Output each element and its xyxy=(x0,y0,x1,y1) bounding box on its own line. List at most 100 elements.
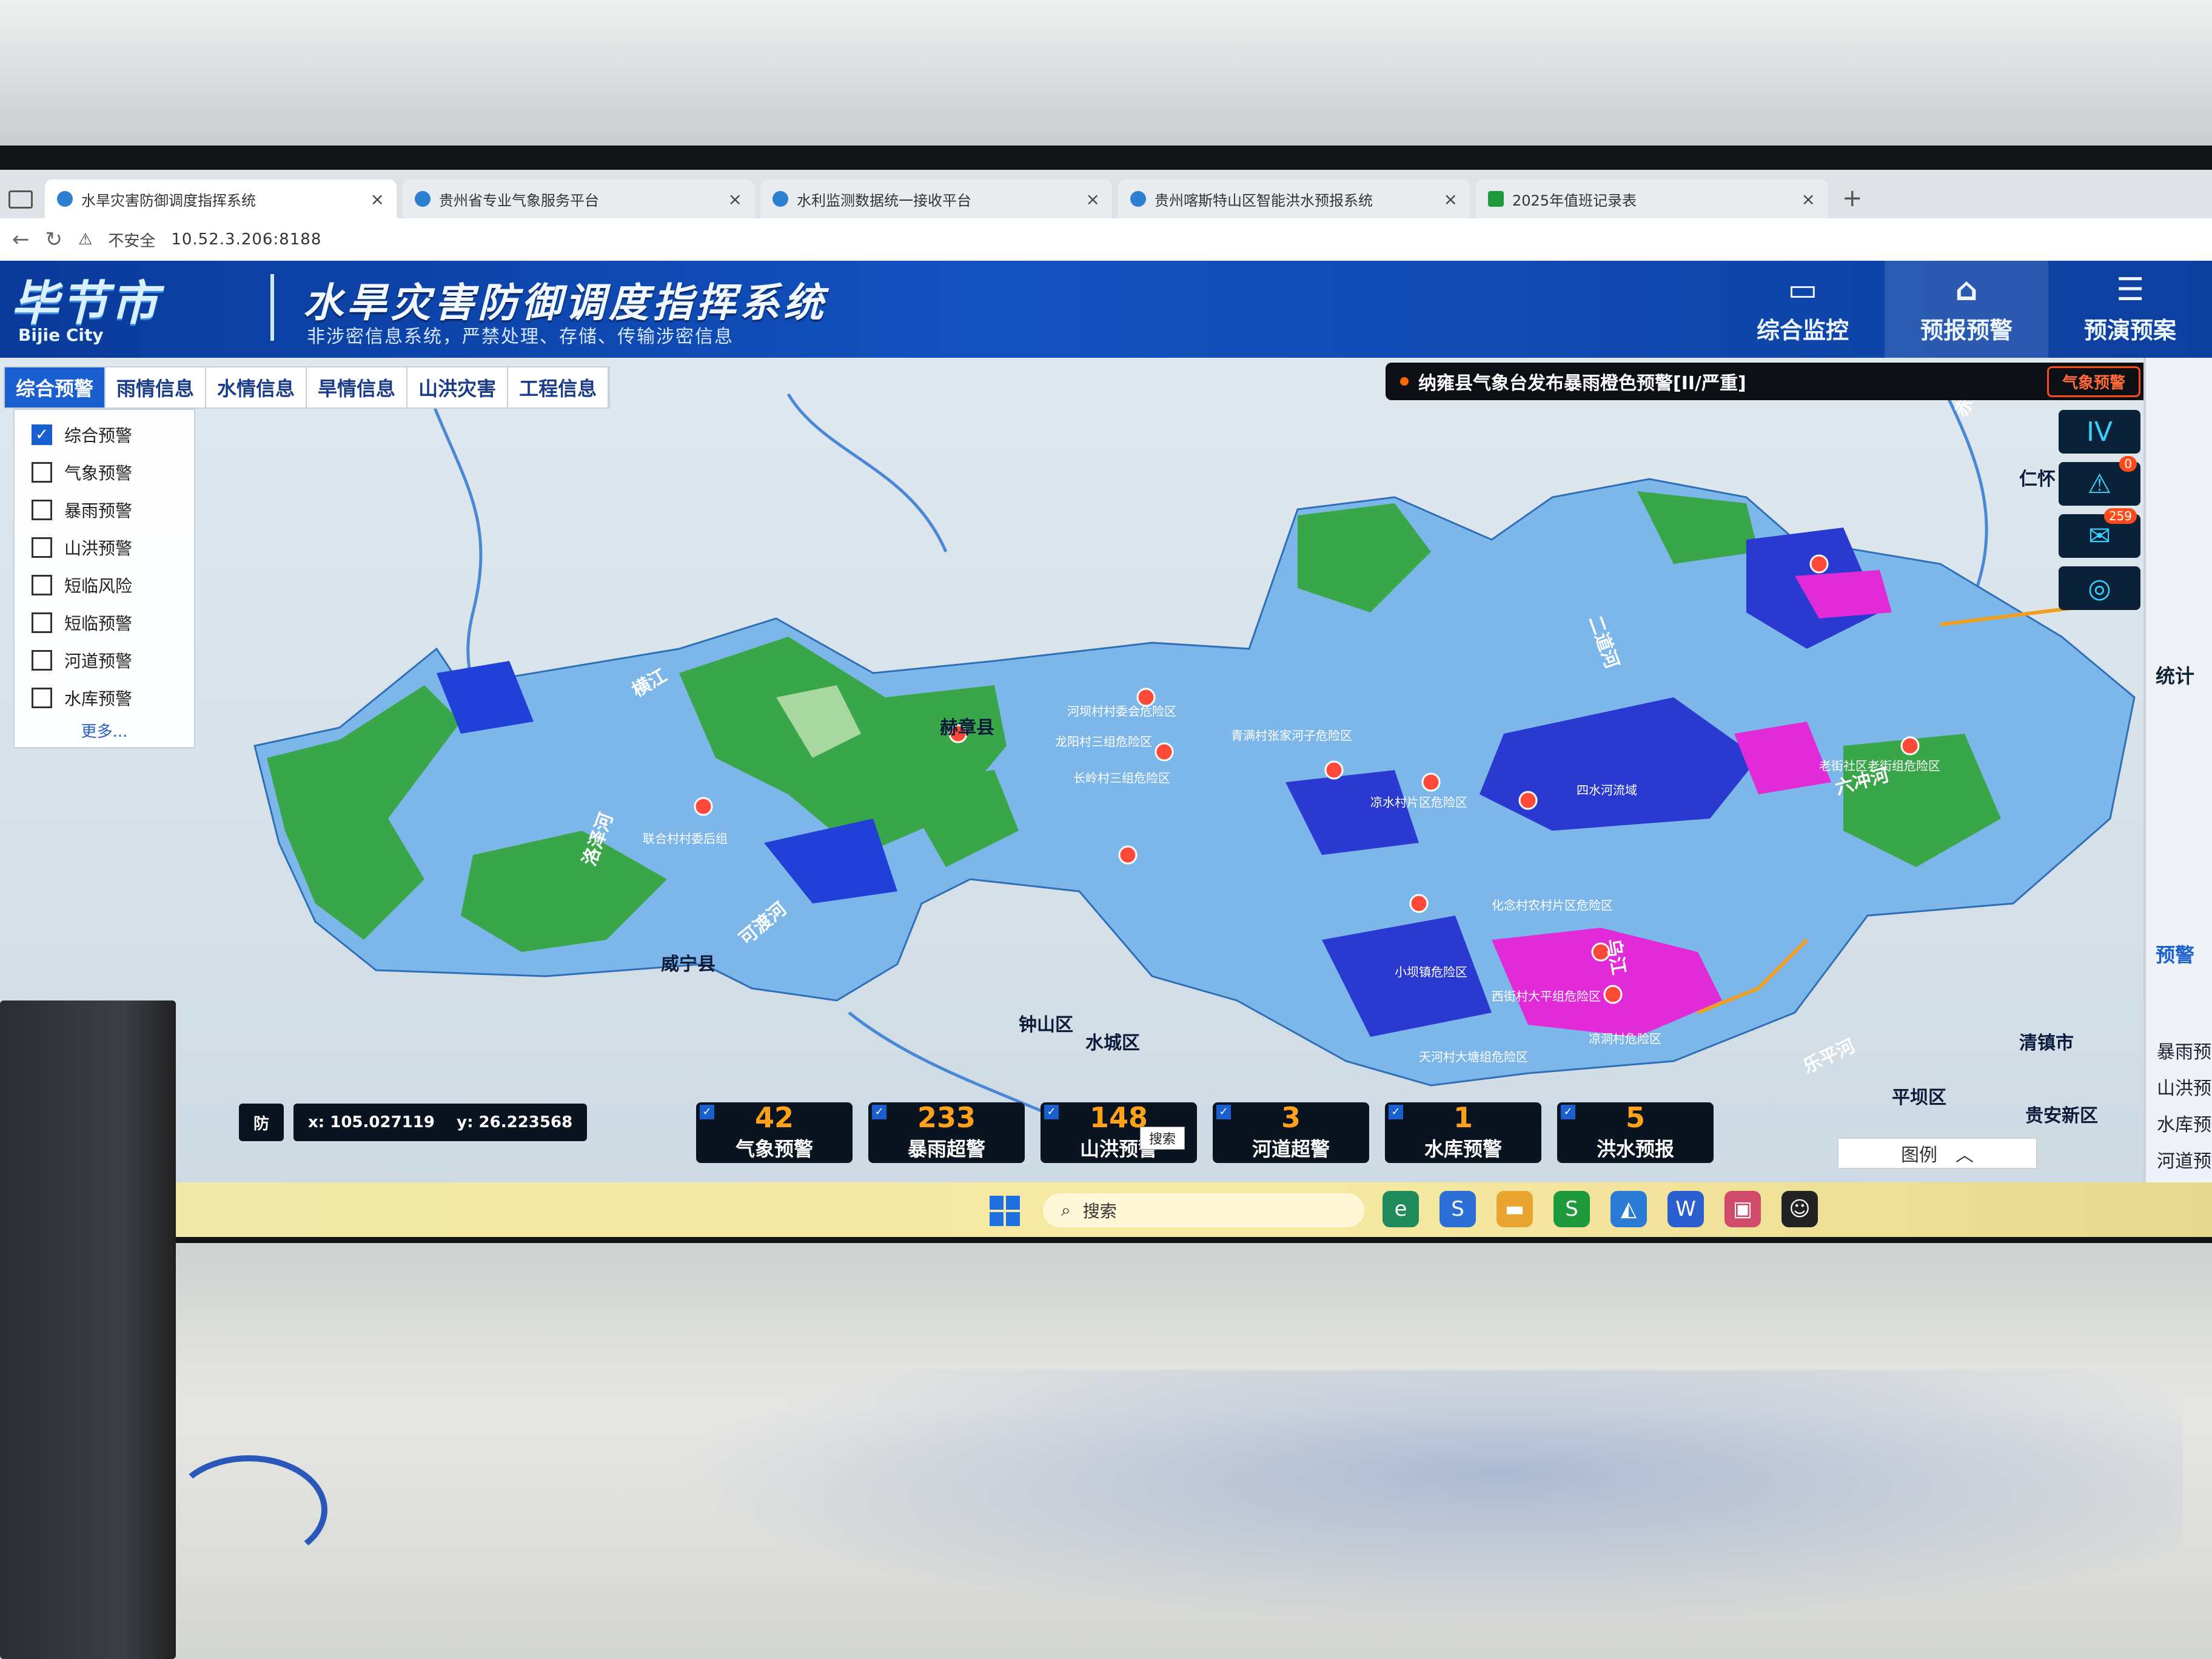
checkbox[interactable] xyxy=(32,612,52,633)
url-field[interactable]: 10.52.3.206:8188 xyxy=(171,230,321,249)
filter-item[interactable]: 山洪预警 xyxy=(15,529,194,566)
tab-rain[interactable]: 雨情信息 xyxy=(106,367,207,407)
windows-taskbar: ⌕ 搜索 e S ▬ S ◭ W ▣ ☺ xyxy=(0,1182,2212,1237)
panel-link[interactable]: 山洪预 xyxy=(2157,1073,2211,1100)
warning-marker[interactable] xyxy=(1155,742,1174,762)
reload-icon[interactable]: ↻ xyxy=(45,227,63,252)
stat-value: 233 xyxy=(917,1101,976,1134)
close-icon[interactable]: × xyxy=(1801,189,1815,209)
filter-label: 水库预警 xyxy=(64,689,133,709)
folder-icon[interactable]: ▬ xyxy=(1496,1191,1533,1227)
nav-label: 综合监控 xyxy=(1756,317,1849,344)
warning-marker[interactable] xyxy=(1518,791,1538,810)
qq-app-icon[interactable]: ☺ xyxy=(1781,1191,1818,1227)
spreadsheet-app-icon[interactable]: S xyxy=(1553,1191,1590,1227)
window-menu-icon[interactable] xyxy=(8,190,33,209)
word-app-icon[interactable]: W xyxy=(1667,1191,1704,1227)
new-tab-button[interactable]: + xyxy=(1842,184,1863,212)
panel-link[interactable]: 暴雨预 xyxy=(2157,1037,2211,1064)
alert-banner[interactable]: 纳雍县气象台发布暴雨橙色预警[II/严重] 气象预警 xyxy=(1386,363,2153,400)
stat-weather-warning[interactable]: ✓ 42 气象预警 xyxy=(696,1102,853,1163)
filter-item[interactable]: 短临预警 xyxy=(15,604,194,642)
browser-tab-5[interactable]: 2025年值班记录表 × xyxy=(1476,179,1828,218)
browser-tab-4[interactable]: 贵州喀斯特山区智能洪水预报系统 × xyxy=(1118,179,1470,218)
filter-item[interactable]: 短临风险 xyxy=(15,566,194,604)
more-filters-link[interactable]: 更多... xyxy=(15,717,194,742)
defense-button[interactable]: 防 xyxy=(239,1104,284,1141)
tab-flash-flood[interactable]: 山洪灾害 xyxy=(407,367,509,407)
zone-label: 西街村大平组危险区 xyxy=(1492,989,1601,1004)
close-icon[interactable]: × xyxy=(1444,189,1458,209)
radar-button[interactable]: ◎ xyxy=(2059,566,2140,610)
photos-icon[interactable]: ◭ xyxy=(1610,1191,1647,1227)
browser-tab-1[interactable]: 水旱灾害防御调度指挥系统 × xyxy=(45,179,397,218)
message-icon: ✉ xyxy=(2088,520,2111,552)
close-icon[interactable]: × xyxy=(728,189,742,209)
panel-link[interactable]: 水库预 xyxy=(2157,1110,2211,1136)
tab-water[interactable]: 水情信息 xyxy=(206,367,307,407)
filter-item[interactable]: 水库预警 xyxy=(15,679,194,717)
browser-tab-2[interactable]: 贵州省专业气象服务平台 × xyxy=(403,179,754,218)
nav-forecast-warning[interactable]: ⌂ 预报预警 xyxy=(1885,261,2048,358)
warning-marker[interactable] xyxy=(1136,688,1156,707)
globe-icon xyxy=(773,191,788,207)
stat-flood-forecast[interactable]: ✓ 5 洪水预报 xyxy=(1557,1102,1714,1163)
stat-reservoir-warning[interactable]: ✓ 1 水库预警 xyxy=(1385,1102,1541,1163)
tab-label: 贵州喀斯特山区智能洪水预报系统 xyxy=(1155,192,1373,209)
checkbox[interactable]: ✓ xyxy=(32,424,52,445)
filter-label: 暴雨预警 xyxy=(64,501,133,521)
nav-monitor[interactable]: ▭ 综合监控 xyxy=(1721,261,1885,358)
warning-marker[interactable] xyxy=(1421,773,1441,792)
checkbox[interactable] xyxy=(32,500,52,520)
security-label[interactable]: 不安全 xyxy=(108,229,155,251)
level-iv-button[interactable]: IV xyxy=(2059,410,2140,454)
chat-app-icon[interactable]: S xyxy=(1439,1191,1476,1227)
map-area[interactable]: 赫章县 威宁县 钟山区 水城区 清镇市 平坝区 贵安新区 仁怀 横江 洛泽河 可… xyxy=(0,358,2159,1182)
monitor-icon: ▭ xyxy=(1788,271,1818,308)
filter-item[interactable]: 气象预警 xyxy=(15,454,194,491)
close-icon[interactable]: × xyxy=(370,189,384,209)
stat-rainstorm-exceed[interactable]: ✓ 233 暴雨超警 xyxy=(868,1102,1025,1163)
nav-rehearsal-plan[interactable]: ☰ 预演预案 xyxy=(2048,261,2212,358)
back-icon[interactable]: ← xyxy=(12,227,30,252)
warning-marker[interactable] xyxy=(1809,554,1829,574)
warning-marker[interactable] xyxy=(1900,736,1920,756)
panel-link[interactable]: 河道预 xyxy=(2157,1146,2211,1173)
remote-desktop-icon[interactable]: ▣ xyxy=(1724,1191,1761,1227)
close-icon[interactable]: × xyxy=(1086,189,1100,209)
filter-item[interactable]: 河道预警 xyxy=(15,642,194,679)
warning-marker[interactable] xyxy=(694,797,713,816)
city-logo: 毕节市 xyxy=(11,276,161,331)
right-panel: 统计 预警 暴雨预 山洪预 水库预 河道预 xyxy=(2143,358,2212,1182)
legend-button[interactable]: 图例 ︿ xyxy=(1837,1138,2037,1169)
floor-cable xyxy=(170,1455,327,1564)
tab-drought[interactable]: 旱情信息 xyxy=(307,367,408,407)
siren-button[interactable]: ⚠ 0 xyxy=(2059,456,2140,506)
warning-filter-list: ✓ 综合预警 气象预警 暴雨预警 山洪预警 短临风险 短临预警 河道预警 水库预警… xyxy=(13,409,195,748)
message-button[interactable]: ✉ 259 xyxy=(2059,508,2140,558)
alert-type-tag[interactable]: 气象预警 xyxy=(2046,366,2140,397)
browser-tab-3[interactable]: 水利监测数据统一接收平台 × xyxy=(760,179,1112,218)
tab-comprehensive[interactable]: 综合预警 xyxy=(5,367,106,407)
warning-marker[interactable] xyxy=(1324,760,1344,780)
place-label: 赫章县 xyxy=(940,717,994,739)
warning-marker[interactable] xyxy=(1603,985,1623,1004)
windows-start-icon[interactable] xyxy=(990,1196,1020,1226)
zone-label: 天河村大塘组危险区 xyxy=(1419,1050,1528,1064)
warning-marker[interactable] xyxy=(1118,845,1138,865)
stat-river-exceed[interactable]: ✓ 3 河道超警 xyxy=(1213,1102,1369,1163)
taskbar-search[interactable]: ⌕ 搜索 xyxy=(1043,1193,1364,1227)
warning-marker[interactable] xyxy=(1409,894,1429,913)
checkbox[interactable] xyxy=(32,650,52,671)
checkbox[interactable] xyxy=(32,462,52,483)
edge-browser-icon[interactable]: e xyxy=(1382,1191,1419,1227)
nav-label: 预报预警 xyxy=(1920,317,2013,344)
filter-item[interactable]: 暴雨预警 xyxy=(15,491,194,529)
checkbox[interactable] xyxy=(32,688,52,708)
filter-item[interactable]: ✓ 综合预警 xyxy=(15,416,194,454)
checkbox[interactable] xyxy=(32,575,52,595)
warning-map[interactable]: 赫章县 威宁县 钟山区 水城区 清镇市 平坝区 贵安新区 仁怀 横江 洛泽河 可… xyxy=(0,358,2159,1182)
checkbox[interactable] xyxy=(32,537,52,558)
tab-engineering[interactable]: 工程信息 xyxy=(508,367,609,407)
check-icon: ✓ xyxy=(1389,1105,1403,1119)
